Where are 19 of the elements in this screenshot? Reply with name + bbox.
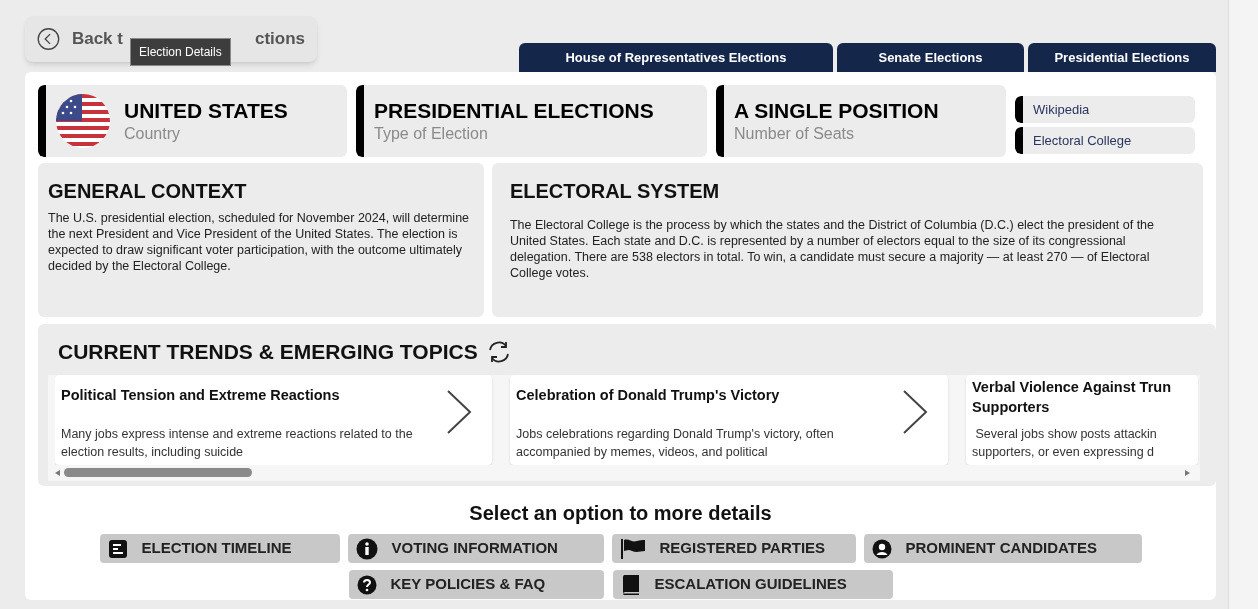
card-value: PRESIDENTIAL ELECTIONS [374, 98, 654, 124]
topic-text: Several jobs show posts attackin supporters, or even expressing d [972, 425, 1158, 461]
panel-title: GENERAL CONTEXT [48, 179, 248, 204]
panel-text: The Electoral College is the process by which the states and the District of Columbia (D.C.) elect the president of the United States. Each state and D.C. is represented by a number of electors equal to the size of its congressional delegation. There are 538 electors in total. To win, a candidate must secure a majority — at least 270 — of Electoral College votes. [509, 217, 1156, 281]
panel-text: The U.S. presidential election, scheduled for November 2024, will determine the next President and Vice President of the United States. The election is expected to draw significant voter participation, with the outcome ultimately decided by the Electoral College. [48, 210, 471, 274]
topic-text: Jobs celebrations regarding Donald Trump's victory, often accompanied by memes, videos, and political [516, 425, 835, 461]
card-caption: Country [124, 124, 182, 144]
tooltip: Election Details [130, 38, 231, 66]
topic-title: Celebration of Donald Trump's Victory [516, 385, 781, 405]
panel-title: ELECTORAL SYSTEM [509, 179, 721, 204]
card-caption: Type of Election [374, 124, 489, 144]
topic-title: Verbal Violence Against Trun Supporters [972, 377, 1173, 417]
section-title: CURRENT TRENDS & EMERGING TOPICS [58, 339, 478, 365]
topic-title: Political Tension and Extreme Reactions [61, 385, 341, 405]
section-title: Select an option to more details [468, 501, 773, 526]
card-caption: Number of Seats [734, 124, 856, 144]
topic-text: Many jobs express intense and extreme reactions related to the election results, including suicide [61, 425, 414, 461]
card-value: A SINGLE POSITION [734, 98, 939, 124]
card-value: UNITED STATES [124, 98, 288, 124]
